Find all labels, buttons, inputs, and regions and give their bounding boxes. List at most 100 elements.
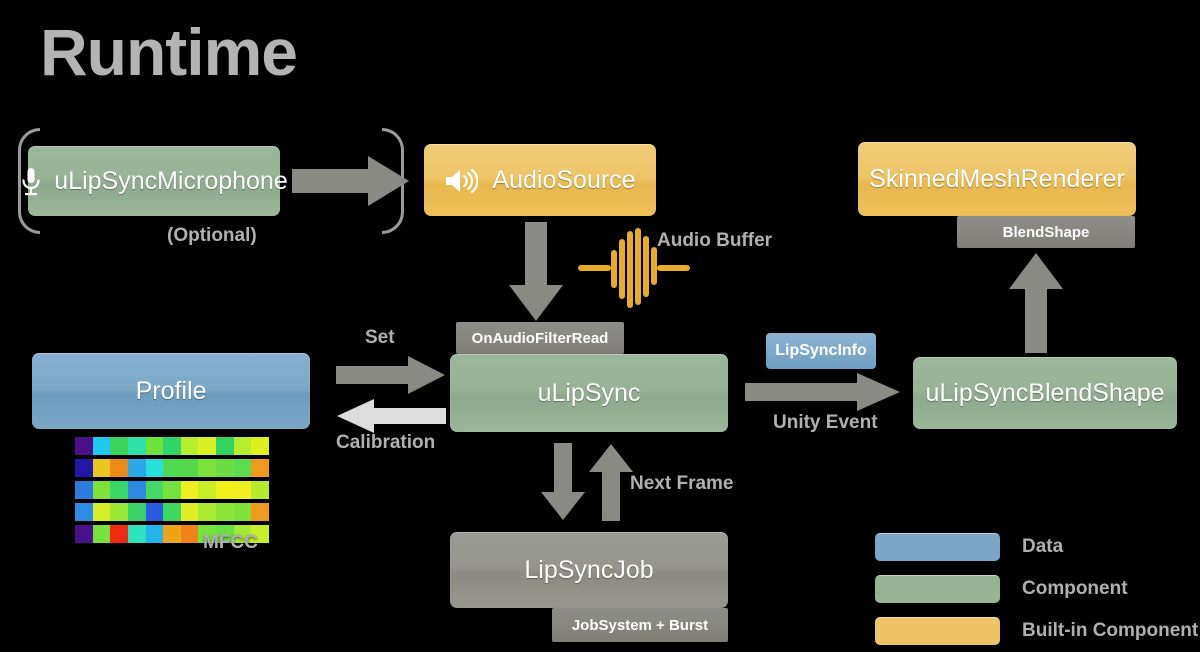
node-label: LipSyncJob (524, 556, 654, 584)
mfcc-cell (180, 481, 199, 499)
mfcc-cell (145, 503, 164, 521)
legend-swatch (875, 533, 1000, 561)
mfcc-cell (251, 437, 270, 455)
mfcc-cell (110, 525, 128, 543)
mfcc-cell (75, 481, 93, 499)
mfcc-cell (92, 503, 111, 521)
legend-row: Component (875, 575, 1198, 603)
mfcc-cell (92, 481, 111, 499)
badge-label: LipSyncInfo (775, 342, 867, 359)
mfcc-cell (75, 437, 93, 455)
page-title: Runtime (40, 15, 298, 89)
arrow-next-frame-up (588, 443, 634, 521)
mfcc-cell (145, 459, 164, 477)
mfcc-heatmap (75, 437, 270, 543)
legend: Data Component Built-in Component (875, 533, 1198, 645)
mfcc-cell (163, 459, 181, 477)
mfcc-row (75, 481, 270, 499)
tab-label: OnAudioFilterRead (471, 329, 609, 347)
mfcc-cell (233, 503, 252, 521)
mfcc-cell (233, 437, 252, 455)
mfcc-row (75, 459, 270, 477)
badge-lipsyncinfo: LipSyncInfo (766, 333, 876, 369)
tab-jobsystem-burst: JobSystem + Burst (552, 608, 728, 642)
mfcc-cell (251, 481, 270, 499)
mfcc-cell (180, 437, 199, 455)
mfcc-cell (198, 437, 217, 455)
mfcc-cell (127, 503, 146, 521)
node-ulipsync-blendshape[interactable]: uLipSyncBlendShape (913, 357, 1177, 429)
mfcc-cell (216, 481, 234, 499)
legend-label: Built-in Component (1022, 620, 1199, 641)
mfcc-label: MFCC (203, 532, 258, 553)
node-label: AudioSource (492, 166, 636, 194)
mfcc-cell (216, 503, 234, 521)
arrow-set (336, 355, 446, 395)
tab-onaudiofilterread: OnAudioFilterRead (456, 322, 624, 354)
mfcc-cell (198, 481, 217, 499)
mfcc-row (75, 437, 270, 455)
mfcc-cell (198, 459, 217, 477)
mfcc-cell (127, 481, 146, 499)
arrow-audiosource-to-ulipsync (508, 222, 564, 322)
mfcc-cell (127, 437, 146, 455)
speaker-icon (444, 167, 479, 195)
arrow-next-frame-down (540, 443, 586, 521)
mfcc-cell (145, 437, 164, 455)
mfcc-cell (163, 503, 181, 521)
mfcc-cell (145, 525, 164, 543)
mfcc-row (75, 503, 270, 521)
diagram-canvas: Runtime uLipSyncMicrophone (Optional) Au… (0, 0, 1200, 652)
next-frame-label: Next Frame (630, 473, 734, 494)
legend-swatch (875, 575, 1000, 603)
arrow-blendshape-up (1008, 252, 1064, 354)
calibration-label: Calibration (336, 432, 436, 453)
mfcc-cell (163, 437, 181, 455)
arrow-calibration (336, 398, 446, 434)
mfcc-cell (127, 525, 146, 543)
mfcc-cell (180, 503, 199, 521)
mfcc-cell (75, 459, 93, 477)
legend-label: Data (1022, 536, 1064, 557)
tab-blendshape: BlendShape (957, 216, 1135, 248)
mfcc-cell (110, 437, 128, 455)
node-ulipsync-microphone[interactable]: uLipSyncMicrophone (22, 146, 288, 216)
tab-label: BlendShape (1002, 223, 1090, 241)
node-lipsyncjob[interactable]: LipSyncJob (450, 532, 728, 608)
mfcc-cell (198, 503, 217, 521)
legend-swatch (875, 617, 1000, 645)
node-audio-source[interactable]: AudioSource (424, 144, 656, 216)
legend-row: Built-in Component (875, 617, 1198, 645)
legend-label: Component (1022, 578, 1128, 599)
node-skinned-mesh-renderer[interactable]: SkinnedMeshRenderer (858, 142, 1136, 216)
node-profile[interactable]: Profile (32, 353, 310, 429)
mfcc-cell (92, 525, 111, 543)
optional-note: (Optional) (167, 225, 257, 246)
mfcc-cell (145, 481, 164, 499)
unity-event-label: Unity Event (773, 412, 878, 433)
audio-buffer-label: Audio Buffer (657, 230, 773, 251)
node-label: uLipSyncMicrophone (54, 167, 288, 195)
mfcc-cell (92, 459, 111, 477)
mfcc-cell (110, 503, 128, 521)
node-label: SkinnedMeshRenderer (869, 165, 1125, 193)
mfcc-cell (92, 437, 111, 455)
mfcc-cell (163, 481, 181, 499)
mfcc-cell (180, 525, 199, 543)
node-label: uLipSyncBlendShape (925, 379, 1165, 407)
microphone-icon (20, 167, 42, 197)
mfcc-cell (127, 459, 146, 477)
mfcc-cell (216, 437, 234, 455)
tab-label: JobSystem + Burst (571, 616, 709, 634)
node-label: uLipSync (537, 379, 641, 407)
mfcc-cell (233, 481, 252, 499)
legend-row: Data (875, 533, 1198, 561)
arrow-mic-to-audiosource (292, 155, 410, 207)
mfcc-cell (233, 459, 252, 477)
mfcc-cell (163, 525, 181, 543)
mfcc-cell (216, 459, 234, 477)
set-label: Set (365, 327, 395, 348)
mfcc-cell (75, 503, 93, 521)
node-ulipsync[interactable]: uLipSync (450, 354, 728, 432)
mfcc-cell (180, 459, 199, 477)
